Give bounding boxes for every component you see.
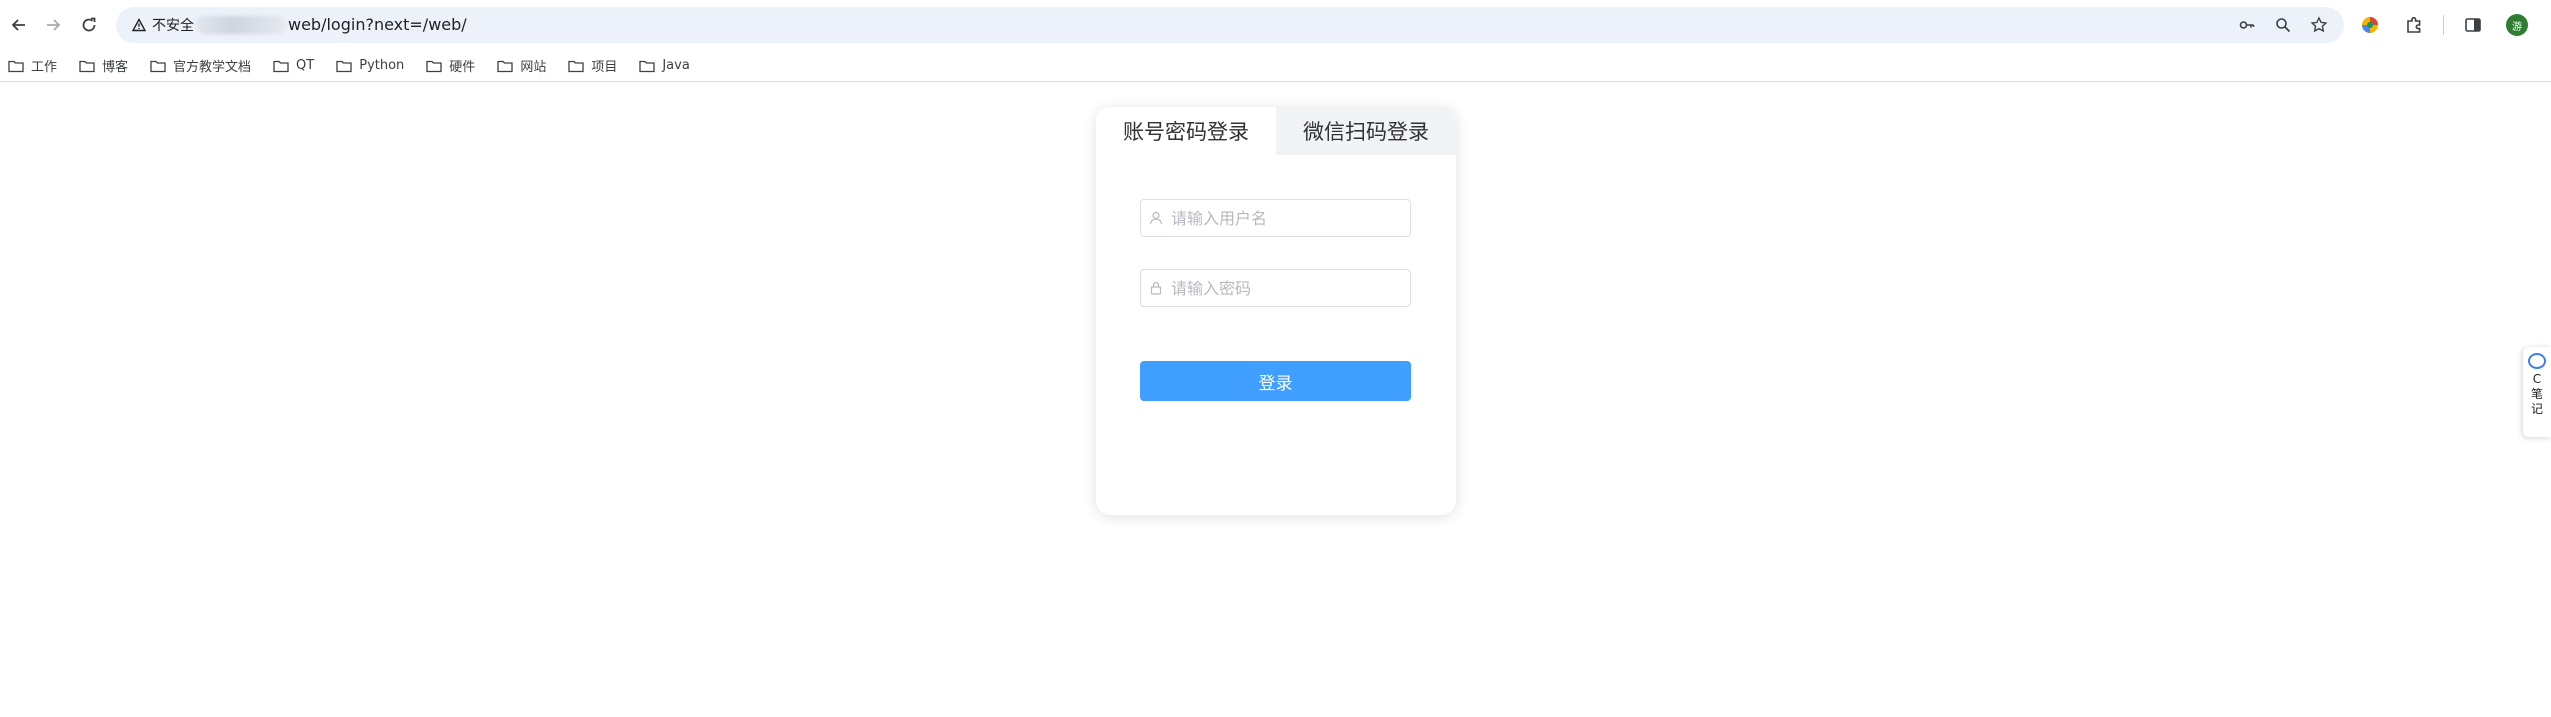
bookmark-item[interactable]: 工作 <box>8 56 57 75</box>
bookmark-item[interactable]: 项目 <box>568 56 617 75</box>
folder-icon <box>336 60 352 72</box>
url-text[interactable]: web/login?next=/web/ <box>288 15 467 34</box>
avatar: 游 <box>2506 14 2528 36</box>
bookmark-label: 网站 <box>520 60 547 75</box>
side-widget-text: 记 <box>2530 402 2543 416</box>
toolbar-extensions: 游 <box>2355 10 2551 40</box>
bookmark-star-button[interactable] <box>2306 12 2332 38</box>
bookmark-label: 硬件 <box>449 60 476 75</box>
bookmarks-bar: 工作 博客 官方教学文档 QT Python 硬件 网站 项目 Java <box>0 50 2551 82</box>
folder-icon <box>79 60 95 72</box>
folder-icon <box>568 60 584 72</box>
toolbar-separator <box>2443 15 2444 35</box>
bookmark-item[interactable]: Python <box>336 58 404 73</box>
bookmark-item[interactable]: 网站 <box>497 56 546 75</box>
password-field[interactable] <box>1140 269 1411 307</box>
folder-icon <box>497 60 513 72</box>
star-icon <box>2310 16 2328 33</box>
bookmark-item[interactable]: 官方教学文档 <box>150 56 251 75</box>
arrow-left-icon <box>11 19 25 31</box>
side-note-widget[interactable]: C笔记 <box>2523 347 2551 437</box>
password-input[interactable] <box>1169 277 1399 299</box>
side-panel-icon <box>2465 18 2481 32</box>
colorful-extension-icon <box>2362 17 2378 33</box>
reload-icon <box>82 17 96 32</box>
lock-icon <box>1150 281 1162 295</box>
bookmark-label: Python <box>359 58 405 73</box>
address-bar[interactable]: 不安全 web/login?next=/web/ <box>116 7 2344 43</box>
username-input[interactable] <box>1169 207 1399 229</box>
bookmark-label: 项目 <box>591 60 618 75</box>
bookmark-item[interactable]: 硬件 <box>426 56 475 75</box>
side-panel-button[interactable] <box>2458 10 2488 40</box>
puzzle-icon <box>2407 16 2421 33</box>
reload-button[interactable] <box>76 12 102 38</box>
security-label: 不安全 <box>152 18 194 34</box>
bookmark-item[interactable]: 博客 <box>79 56 128 75</box>
folder-icon <box>639 60 655 72</box>
bookmark-label: 官方教学文档 <box>173 60 252 75</box>
folder-icon <box>273 60 289 72</box>
bookmark-item[interactable]: QT <box>273 58 314 73</box>
arrow-right-icon <box>47 19 61 31</box>
back-button[interactable] <box>6 12 32 38</box>
bookmark-label: QT <box>296 58 315 73</box>
zoom-icon <box>2276 18 2291 33</box>
bookmark-label: 工作 <box>31 60 58 75</box>
extension-colorful-button[interactable] <box>2355 10 2385 40</box>
folder-icon <box>8 60 24 72</box>
bookmark-item[interactable]: Java <box>639 58 690 73</box>
forward-button[interactable] <box>40 12 66 38</box>
tab-wechat-login[interactable]: 微信扫码登录 <box>1276 107 1456 155</box>
url-host-redacted <box>196 16 286 34</box>
tab-password-login[interactable]: 账号密码登录 <box>1096 107 1276 155</box>
note-logo-icon <box>2528 353 2546 369</box>
folder-icon <box>150 60 166 72</box>
profile-button[interactable]: 游 <box>2502 10 2532 40</box>
side-widget-text: C <box>2532 372 2542 386</box>
login-tabs: 账号密码登录 微信扫码登录 <box>1096 107 1456 155</box>
folder-icon <box>426 60 442 72</box>
login-button[interactable]: 登录 <box>1140 361 1411 401</box>
key-icon <box>2239 21 2255 29</box>
user-icon <box>1149 211 1163 225</box>
menu-button[interactable] <box>2546 10 2551 40</box>
bookmark-label: 博客 <box>102 60 129 75</box>
login-card: 账号密码登录 微信扫码登录 登录 <box>1096 107 1456 515</box>
password-key-button[interactable] <box>2234 12 2260 38</box>
zoom-button[interactable] <box>2270 12 2296 38</box>
extensions-button[interactable] <box>2399 10 2429 40</box>
side-widget-text: 笔 <box>2530 387 2543 401</box>
browser-toolbar: 不安全 web/login?next=/web/ 游 <box>0 0 2551 50</box>
security-chip[interactable]: 不安全 <box>124 12 204 38</box>
warning-icon <box>132 18 146 32</box>
username-field[interactable] <box>1140 199 1411 237</box>
bookmark-label: Java <box>662 58 690 73</box>
